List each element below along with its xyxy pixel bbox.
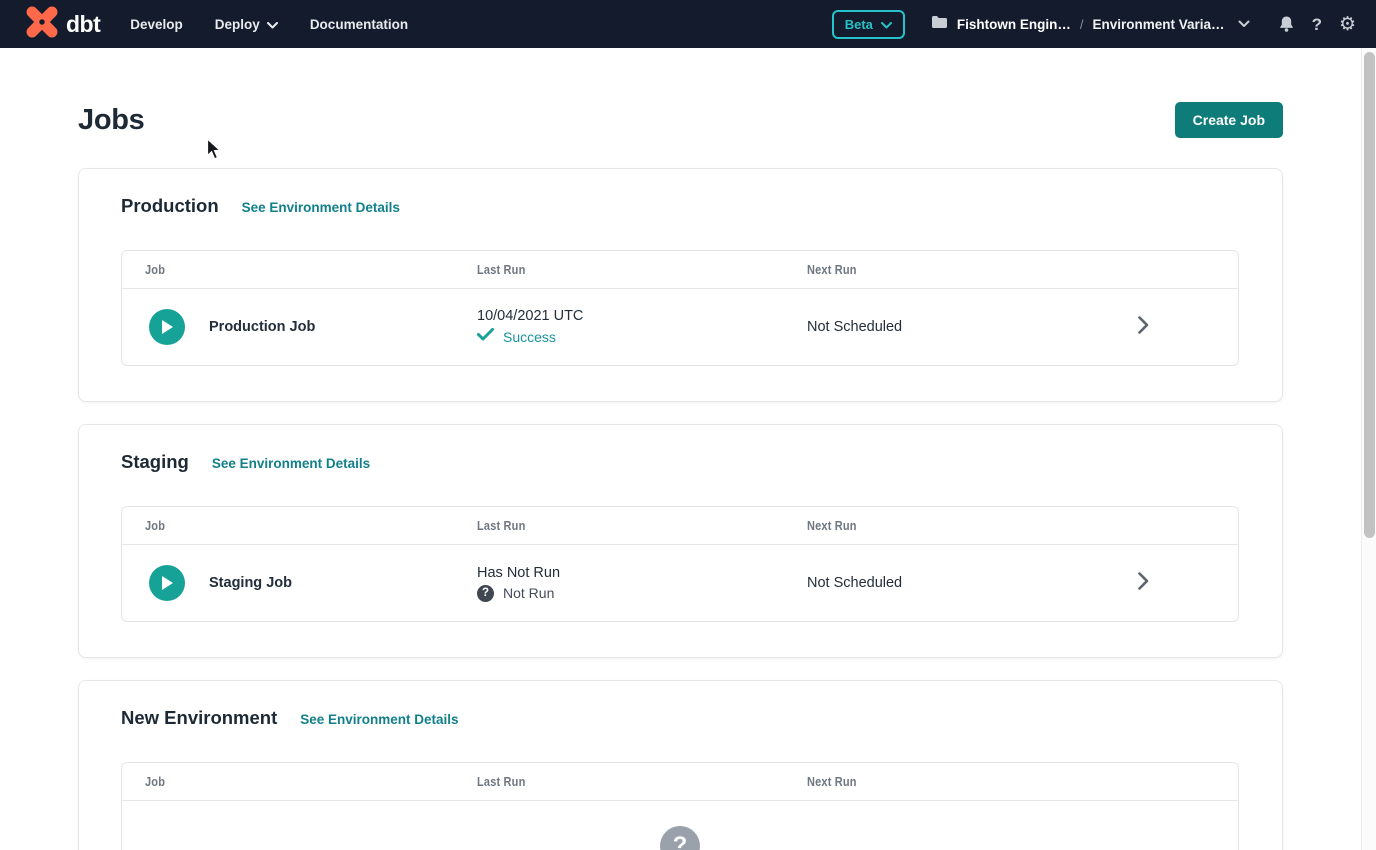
dbt-cloud-window: dbt Develop Deploy Documentation B: [0, 0, 1376, 850]
column-header-job: Job: [122, 263, 454, 277]
chevron-right-icon[interactable]: [1138, 316, 1149, 339]
folder-icon: [931, 15, 948, 34]
status-label: Not Run: [503, 585, 554, 601]
navbar-utility-icons: ? ⚙: [1278, 15, 1356, 34]
column-header-next-run: Next Run: [784, 775, 1138, 789]
status-label: Success: [503, 329, 556, 345]
help-icon[interactable]: ?: [1312, 16, 1322, 33]
page-title: Jobs: [78, 104, 145, 137]
environment-card-production: Production See Environment Details Job L…: [78, 168, 1283, 402]
environment-card-staging: Staging See Environment Details Job Last…: [78, 424, 1283, 658]
project-breadcrumb[interactable]: Fishtown Engin… / Environment Varia…: [931, 15, 1250, 34]
last-run-timestamp: Has Not Run: [477, 565, 784, 581]
main-nav: Develop Deploy Documentation: [130, 17, 408, 32]
nav-item-documentation[interactable]: Documentation: [310, 17, 408, 32]
environment-name: Staging: [121, 451, 189, 473]
job-name[interactable]: Production Job: [209, 319, 315, 335]
nav-item-deploy[interactable]: Deploy: [215, 17, 278, 32]
environment-card-new-environment: New Environment See Environment Details …: [78, 680, 1283, 850]
empty-jobs-area: ?: [122, 801, 1238, 850]
jobs-table: Job Last Run Next Run Production Job 10/…: [121, 250, 1239, 366]
top-navbar: dbt Develop Deploy Documentation B: [0, 0, 1376, 48]
see-environment-details-link[interactable]: See Environment Details: [300, 712, 458, 727]
chevron-down-icon[interactable]: [1238, 15, 1250, 33]
run-job-play-button[interactable]: [149, 565, 185, 601]
job-row-production-job[interactable]: Production Job 10/04/2021 UTC Success No…: [122, 289, 1238, 365]
nav-item-develop[interactable]: Develop: [130, 17, 183, 32]
see-environment-details-link[interactable]: See Environment Details: [242, 200, 400, 215]
question-circle-icon: ?: [477, 585, 494, 602]
jobs-page: Jobs Create Job Production See Environme…: [0, 48, 1376, 850]
next-run-value: Not Scheduled: [784, 319, 1138, 335]
create-job-button[interactable]: Create Job: [1175, 102, 1283, 138]
vertical-scrollbar[interactable]: [1361, 48, 1376, 850]
breadcrumb-project-name[interactable]: Fishtown Engin…: [957, 17, 1071, 32]
environment-name: Production: [121, 195, 219, 217]
last-run-status: Success: [477, 328, 784, 346]
jobs-table: Job Last Run Next Run Staging Job Has No…: [121, 506, 1239, 622]
last-run-timestamp: 10/04/2021 UTC: [477, 308, 784, 324]
bell-icon[interactable]: [1278, 15, 1295, 33]
gear-icon[interactable]: ⚙: [1339, 15, 1356, 34]
chevron-right-icon[interactable]: [1138, 572, 1149, 595]
environment-name: New Environment: [121, 707, 277, 729]
next-run-value: Not Scheduled: [784, 575, 1138, 591]
column-header-job: Job: [122, 775, 454, 789]
column-header-last-run: Last Run: [454, 263, 784, 277]
table-header-row: Job Last Run Next Run: [122, 251, 1238, 289]
dbt-logo-text: dbt: [66, 11, 100, 38]
beta-dropdown[interactable]: Beta: [832, 10, 905, 39]
see-environment-details-link[interactable]: See Environment Details: [212, 456, 370, 471]
column-header-last-run: Last Run: [454, 775, 784, 789]
table-header-row: Job Last Run Next Run: [122, 763, 1238, 801]
question-circle-icon: ?: [660, 826, 700, 850]
job-row-staging-job[interactable]: Staging Job Has Not Run ? Not Run Not Sc…: [122, 545, 1238, 621]
breadcrumb-page-name[interactable]: Environment Varia…: [1093, 17, 1225, 32]
job-name[interactable]: Staging Job: [209, 575, 292, 591]
column-header-next-run: Next Run: [784, 519, 1138, 533]
chevron-down-icon: [267, 17, 278, 32]
jobs-table: Job Last Run Next Run ?: [121, 762, 1239, 850]
run-job-play-button[interactable]: [149, 309, 185, 345]
table-header-row: Job Last Run Next Run: [122, 507, 1238, 545]
column-header-last-run: Last Run: [454, 519, 784, 533]
scrollbar-thumb[interactable]: [1364, 52, 1375, 538]
column-header-next-run: Next Run: [784, 263, 1138, 277]
dbt-logo[interactable]: dbt: [24, 5, 100, 44]
column-header-job: Job: [122, 519, 454, 533]
breadcrumb-separator: /: [1080, 17, 1084, 32]
chevron-down-icon: [881, 17, 892, 32]
dbt-logo-icon: [24, 5, 60, 44]
last-run-status: ? Not Run: [477, 585, 784, 602]
success-check-icon: [477, 328, 494, 346]
